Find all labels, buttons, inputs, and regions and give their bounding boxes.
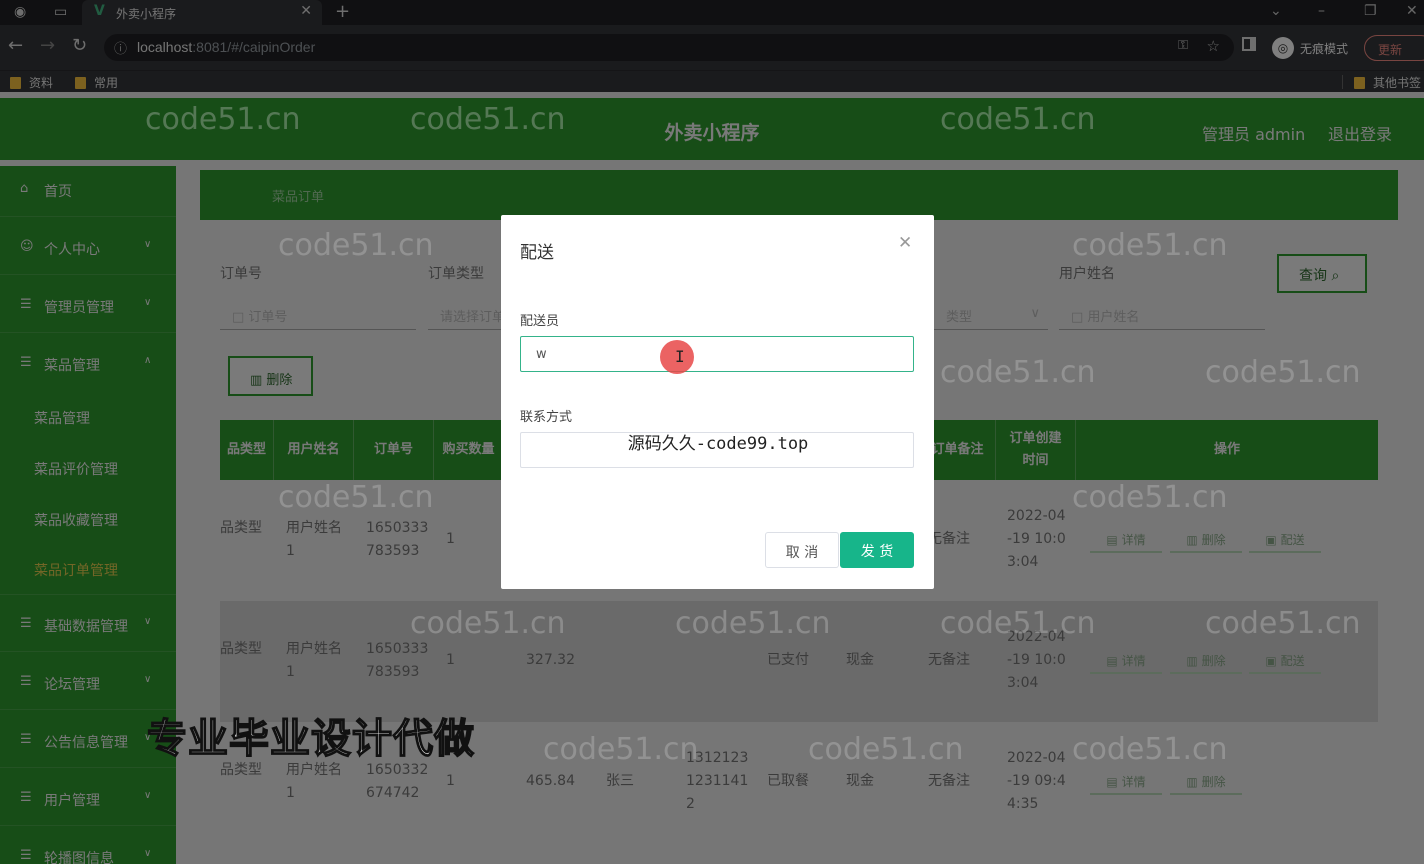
text-cursor-icon: I <box>675 347 685 366</box>
courier-input[interactable]: w <box>520 336 914 372</box>
phone-input[interactable]: 源码久久-code99.top <box>520 432 914 468</box>
dialog-title: 配送 <box>520 243 554 263</box>
phone-value: 源码久久-code99.top <box>627 434 809 454</box>
close-icon[interactable]: ✕ <box>898 233 912 253</box>
cancel-button[interactable]: 取 消 <box>765 532 839 568</box>
courier-label: 配送员 <box>520 314 560 329</box>
phone-label: 联系方式 <box>520 410 573 425</box>
delivery-dialog: 配送 ✕ 配送员 w 联系方式 源码久久-code99.top 取 消 发 货 <box>501 215 934 589</box>
ship-button[interactable]: 发 货 <box>840 532 914 568</box>
